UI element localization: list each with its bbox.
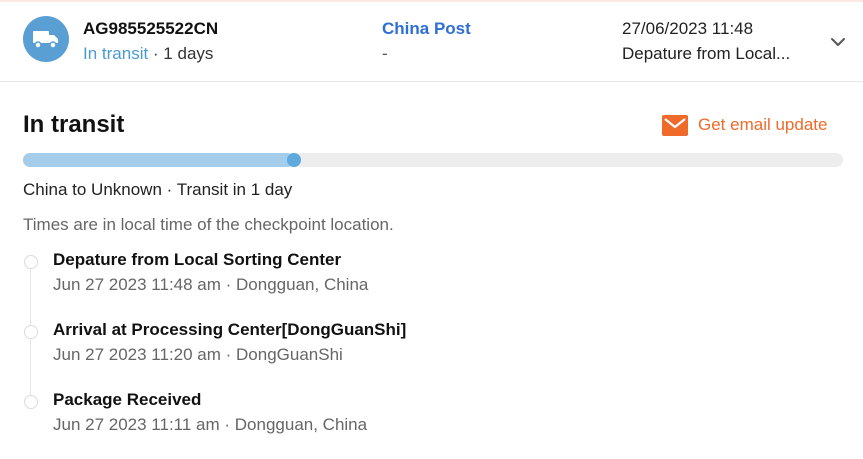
event-meta: Jun 27 2023 11:20 am · DongGuanShi (53, 345, 343, 364)
progress-bar (23, 153, 843, 167)
timezone-note: Times are in local time of the checkpoin… (23, 215, 394, 234)
truck-icon (23, 16, 69, 62)
carrier-subtitle: - (382, 44, 388, 63)
progress-fill (23, 153, 294, 167)
latest-event-description: Depature from Local... (622, 44, 791, 63)
tracking-number: AG985525522CN (83, 19, 219, 38)
carrier-name[interactable]: China Post (382, 19, 471, 39)
shipment-header[interactable]: AG985525522CN In transit · 1 days China … (0, 2, 863, 82)
timeline-dot (24, 395, 38, 409)
email-update-label: Get email update (698, 115, 828, 134)
status-link[interactable]: In transit (83, 44, 148, 63)
route-summary: China to Unknown · Transit in 1 day (23, 180, 293, 199)
status-line: In transit · 1 days (83, 44, 213, 64)
section-title: In transit (23, 111, 125, 138)
progress-knob (286, 153, 301, 167)
event-title: Arrival at Processing Center[DongGuanShi… (53, 320, 407, 339)
event-title: Package Received (53, 390, 202, 409)
mail-icon (662, 114, 688, 136)
get-email-update-button[interactable]: Get email update (662, 113, 827, 137)
event-title: Depature from Local Sorting Center (53, 250, 342, 269)
timeline-dot (24, 325, 38, 339)
event-meta: Jun 27 2023 11:11 am · Dongguan, China (53, 415, 368, 434)
timeline-dot (24, 255, 38, 269)
latest-event-time: 27/06/2023 11:48 (622, 19, 754, 38)
event-meta: Jun 27 2023 11:48 am · Dongguan, China (53, 275, 369, 294)
chevron-down-icon[interactable] (830, 35, 846, 53)
transit-days: · 1 days (148, 44, 214, 63)
